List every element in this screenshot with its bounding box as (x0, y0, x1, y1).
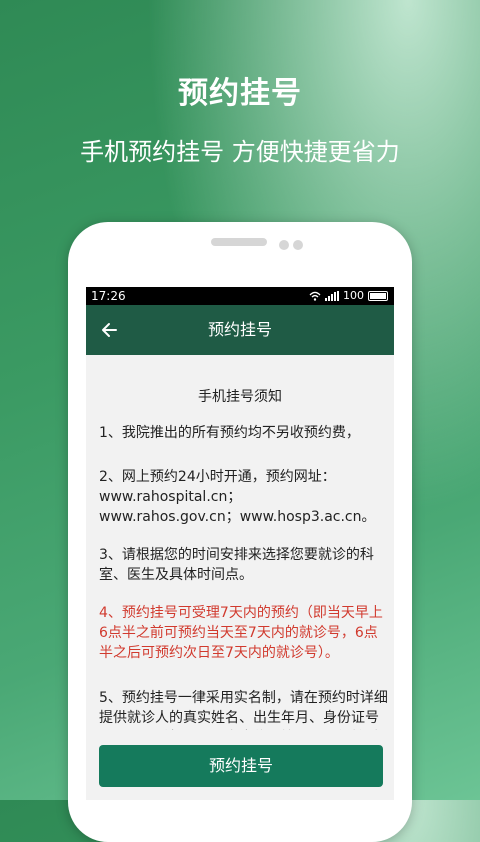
promo-subline: 手机预约挂号 方便快捷更省力 (80, 138, 400, 166)
arrow-left-icon (102, 323, 117, 337)
phone-speaker (211, 238, 267, 246)
notice-paragraph-2: 2、网上预约24小时开通，预约网址： www.rahospital.cn； ww… (99, 469, 376, 525)
status-icons: 100 (309, 287, 388, 305)
book-appointment-button[interactable]: 预约挂号 (99, 745, 383, 787)
battery-percent: 100 (343, 289, 364, 302)
notice-paragraph-4: 4、预约挂号可受理7天内的预约（即当天早上6点半之前可预约当天至7天内的就诊号，… (99, 605, 383, 661)
battery-icon (368, 291, 388, 301)
phone-screen: 17:26 100 预约挂号 手机挂号须知 1、我院推出的所有预约均不另收预约费… (86, 287, 394, 800)
promo-headline: 预约挂号 (178, 76, 302, 111)
notice-title: 手机挂号须知 (198, 389, 282, 405)
notice-paragraph-3: 3、请根据您的时间安排来选择您要就诊的科室、医生及具体时间点。 (99, 547, 374, 583)
notice-paragraph-1: 1、我院推出的所有预约均不另收预约费， (99, 425, 360, 441)
app-bar: 预约挂号 (86, 305, 394, 355)
status-bar: 17:26 100 (86, 287, 394, 305)
wifi-icon (309, 291, 321, 301)
status-time: 17:26 (91, 289, 126, 303)
signal-icon (325, 291, 339, 301)
app-bar-title: 预约挂号 (207, 320, 272, 339)
back-button[interactable] (96, 317, 122, 343)
phone-sensor-dot (279, 240, 289, 250)
phone-camera-dot (293, 240, 303, 250)
